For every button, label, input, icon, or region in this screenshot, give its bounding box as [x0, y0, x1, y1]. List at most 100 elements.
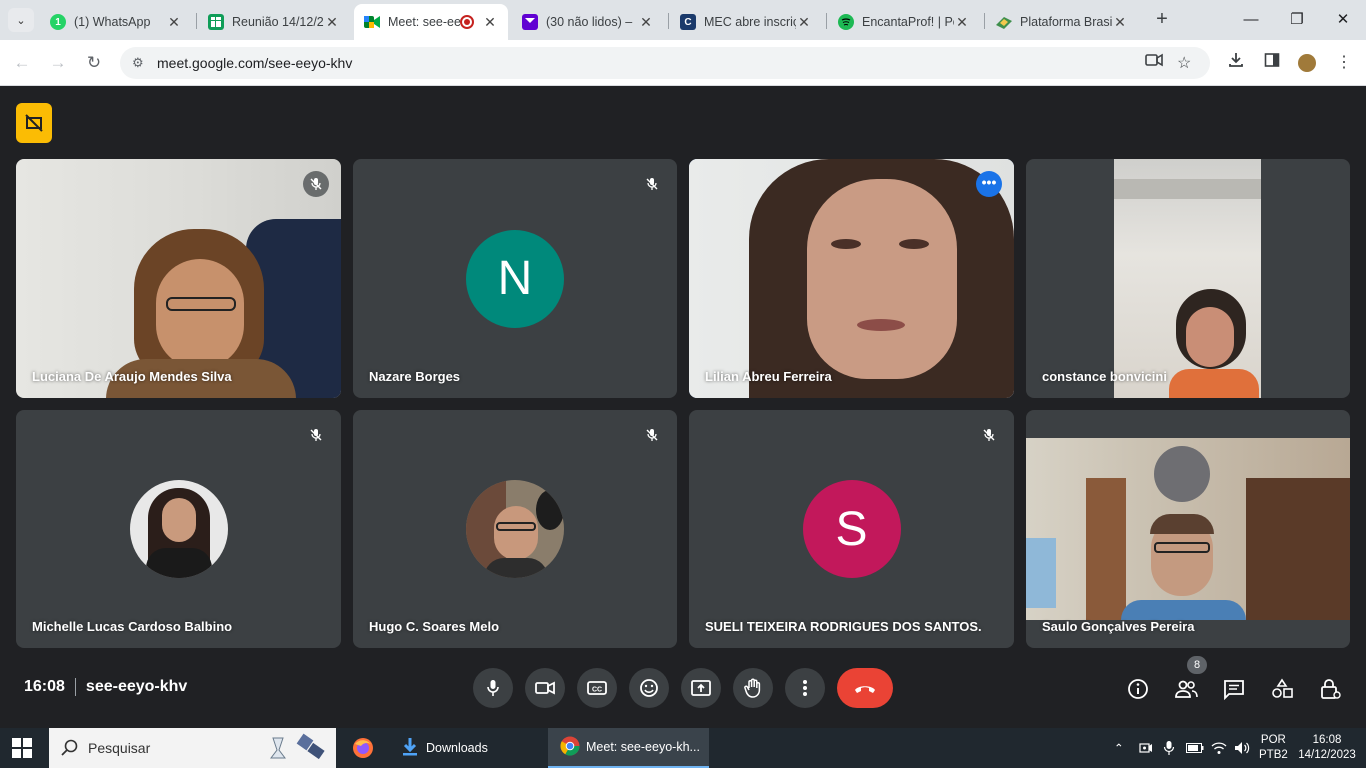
clock-date: 14/12/2023 [1298, 749, 1356, 761]
windows-taskbar: Pesquisar Downloads Meet: see-eeyo-kh...… [0, 728, 1366, 768]
show-hidden-icons[interactable]: ⌃ [1114, 728, 1124, 768]
more-options-button[interactable] [785, 668, 825, 708]
back-button[interactable]: ← [10, 51, 34, 75]
browser-tab-bar: ⌄ 1 (1) WhatsApp ✕ Reunião 14/12/2 ✕ Mee… [0, 0, 1366, 40]
download-folder-icon [402, 737, 418, 759]
tab-whatsapp[interactable]: 1 (1) WhatsApp ✕ [40, 4, 192, 40]
close-icon[interactable]: ✕ [1112, 14, 1128, 31]
bookmark-star-icon[interactable]: ☆ [1177, 53, 1191, 73]
participant-initial-avatar: S [802, 480, 901, 578]
video-feed [1114, 159, 1261, 398]
camera-tray-icon[interactable] [1139, 728, 1153, 768]
people-icon[interactable] [1173, 676, 1199, 702]
participant-tile-active-speaker[interactable]: ••• Lilian Abreu Ferreira [689, 159, 1014, 398]
tab-title: (30 não lidos) – [546, 15, 633, 29]
recording-icon [460, 15, 474, 29]
participant-photo-avatar [129, 480, 228, 578]
meet-control-bar: 16:08 see-eeyo-khv CC [0, 660, 1366, 720]
participant-tile[interactable]: Hugo C. Soares Melo [353, 410, 677, 648]
language-label: POR [1260, 734, 1286, 746]
activities-icon[interactable] [1269, 676, 1295, 702]
participant-tile[interactable]: N Nazare Borges [353, 159, 677, 398]
system-clock[interactable]: 16:08 14/12/2023 [1297, 728, 1357, 768]
host-controls-icon[interactable] [1317, 676, 1343, 702]
tab-encantaprof[interactable]: EncantaProf! | Po ✕ [828, 4, 980, 40]
forward-button[interactable]: → [46, 51, 70, 75]
participant-name: Saulo Gonçalves Pereira [1042, 619, 1195, 634]
participant-name: Luciana De Araujo Mendes Silva [32, 369, 232, 384]
more-vert-icon [803, 680, 807, 696]
tab-title: MEC abre inscriç [704, 15, 796, 29]
volume-icon[interactable] [1234, 728, 1250, 768]
meet-icon [364, 14, 380, 30]
present-icon [691, 680, 711, 696]
participant-tile[interactable]: Michelle Lucas Cardoso Balbino [16, 410, 341, 648]
microphone-button[interactable] [473, 668, 513, 708]
new-tab-button[interactable]: + [1150, 8, 1174, 32]
participant-tile[interactable]: Saulo Gonçalves Pereira [1026, 410, 1350, 648]
more-options-button[interactable]: ••• [976, 171, 1002, 197]
participant-tile[interactable]: Luciana De Araujo Mendes Silva [16, 159, 341, 398]
close-icon[interactable]: ✕ [324, 14, 340, 31]
sheets-icon [208, 14, 224, 30]
wifi-icon[interactable] [1211, 728, 1227, 768]
input-language-indicator[interactable]: POR PTB2 [1259, 728, 1288, 768]
close-icon[interactable]: ✕ [954, 14, 970, 31]
present-screen-button[interactable] [681, 668, 721, 708]
leave-call-button[interactable] [837, 668, 893, 708]
tab-meet[interactable]: Meet: see-ee ✕ [354, 4, 508, 40]
tab-title: Reunião 14/12/2 [232, 15, 324, 29]
profile-avatar[interactable] [1296, 52, 1318, 74]
tab-plataforma-brasil[interactable]: Plataforma Brasi ✕ [986, 4, 1138, 40]
mic-muted-icon [303, 171, 329, 197]
browser-toolbar: ← → ↻ ⚙ meet.google.com/see-eeyo-khv ☆ ⋮ [0, 40, 1366, 86]
downloads-taskbar-item[interactable]: Downloads [392, 728, 542, 768]
url-text[interactable]: meet.google.com/see-eeyo-khv [157, 55, 352, 71]
minimize-button[interactable]: — [1228, 0, 1274, 40]
microphone-tray-icon[interactable] [1163, 728, 1175, 768]
camera-in-use-icon[interactable] [1145, 53, 1163, 72]
participant-name: constance bonvicini [1042, 369, 1167, 384]
participant-tile[interactable]: constance bonvicini [1026, 159, 1350, 398]
participant-name: Nazare Borges [369, 369, 461, 384]
chat-icon[interactable] [1221, 676, 1247, 702]
participant-tile[interactable]: S SUELI TEIXEIRA RODRIGUES DOS SANTOS. [689, 410, 1014, 648]
captions-button[interactable]: CC [577, 668, 617, 708]
tab-mec[interactable]: C MEC abre inscriç ✕ [670, 4, 822, 40]
svg-text:CC: CC [592, 687, 602, 694]
meeting-info-icon[interactable] [1125, 676, 1151, 702]
spotify-icon [838, 14, 854, 30]
address-bar[interactable]: ⚙ meet.google.com/see-eeyo-khv ☆ [120, 47, 1210, 79]
tab-yahoo-mail[interactable]: (30 não lidos) – ✕ [512, 4, 664, 40]
companion-mode-icon[interactable] [16, 103, 52, 143]
close-icon[interactable]: ✕ [482, 14, 498, 31]
camera-button[interactable] [525, 668, 565, 708]
taskbar-search-box[interactable]: Pesquisar [49, 728, 336, 768]
browser-menu-icon[interactable]: ⋮ [1333, 52, 1355, 74]
news-icon: C [680, 14, 696, 30]
mail-icon [522, 14, 538, 30]
chrome-window-label: Meet: see-eeyo-kh... [586, 740, 700, 754]
downloads-icon[interactable] [1225, 52, 1247, 74]
chrome-taskbar-item[interactable]: Meet: see-eeyo-kh... [548, 728, 709, 768]
tab-search-button[interactable]: ⌄ [8, 8, 34, 32]
close-window-button[interactable]: ✕ [1320, 0, 1366, 40]
reactions-button[interactable] [629, 668, 669, 708]
close-icon[interactable]: ✕ [796, 14, 812, 31]
close-icon[interactable]: ✕ [166, 14, 182, 31]
firefox-taskbar-icon[interactable] [348, 728, 378, 768]
participant-name: Hugo C. Soares Melo [369, 619, 500, 634]
side-panel-icon[interactable] [1261, 52, 1283, 74]
mic-muted-icon [976, 422, 1002, 448]
search-icon [61, 739, 79, 762]
reload-button[interactable]: ↻ [82, 51, 106, 75]
restore-button[interactable]: ❐ [1274, 0, 1320, 40]
raise-hand-button[interactable] [733, 668, 773, 708]
tab-sheets-reuniao[interactable]: Reunião 14/12/2 ✕ [198, 4, 350, 40]
windows-start-icon[interactable] [12, 738, 32, 758]
close-icon[interactable]: ✕ [638, 14, 654, 31]
video-camera-icon [535, 681, 555, 695]
site-info-icon[interactable]: ⚙ [132, 55, 144, 71]
battery-icon[interactable] [1186, 728, 1204, 768]
participant-name: SUELI TEIXEIRA RODRIGUES DOS SANTOS. [705, 619, 982, 634]
